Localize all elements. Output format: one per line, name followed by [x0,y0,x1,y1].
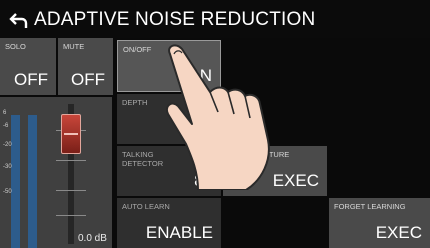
fader-knob[interactable] [61,114,81,154]
onoff-label: ON/OFF [123,45,152,54]
depth-label: DEPTH [122,98,148,107]
noise-capture-value: EXEC [272,171,319,190]
fader-value: 0.0 dB [78,233,107,244]
meter-tick: -30 [3,164,12,170]
mute-value: OFF [71,70,105,89]
forget-learning-value: EXEC [375,223,422,242]
level-meter-right [28,115,37,248]
auto-learn-value: ENABLE [145,223,213,242]
auto-learn-button[interactable]: AUTO LEARN ENABLE [117,198,221,248]
fader-scale-line [56,160,86,161]
back-arrow-icon[interactable] [9,10,29,30]
meter-tick: -50 [3,189,12,195]
mute-label: MUTE [63,42,85,51]
meter-tick: 6 [3,110,7,116]
fader-panel: 6 -6 -20 -30 -50 [0,97,112,248]
pointing-hand-icon [166,44,270,190]
solo-label: SOLO [5,42,26,51]
forget-learning-label: FORGET LEARNING [334,202,406,211]
page-title: ADAPTIVE NOISE REDUCTION [34,9,316,30]
meter-tick: -20 [3,142,12,148]
fader-scale-line [56,215,86,216]
header-bar: ADAPTIVE NOISE REDUCTION [0,0,430,38]
solo-button[interactable]: SOLO OFF [0,38,56,95]
meter-tick: -6 [3,123,9,129]
forget-learning-button[interactable]: FORGET LEARNING EXEC [329,198,430,248]
fader-scale-line [56,190,86,191]
auto-learn-label: AUTO LEARN [122,202,170,211]
mute-button[interactable]: MUTE OFF [58,38,113,95]
solo-value: OFF [14,70,48,89]
talking-detector-label: TALKING DETECTOR [122,150,164,168]
level-meter-left [11,115,20,248]
